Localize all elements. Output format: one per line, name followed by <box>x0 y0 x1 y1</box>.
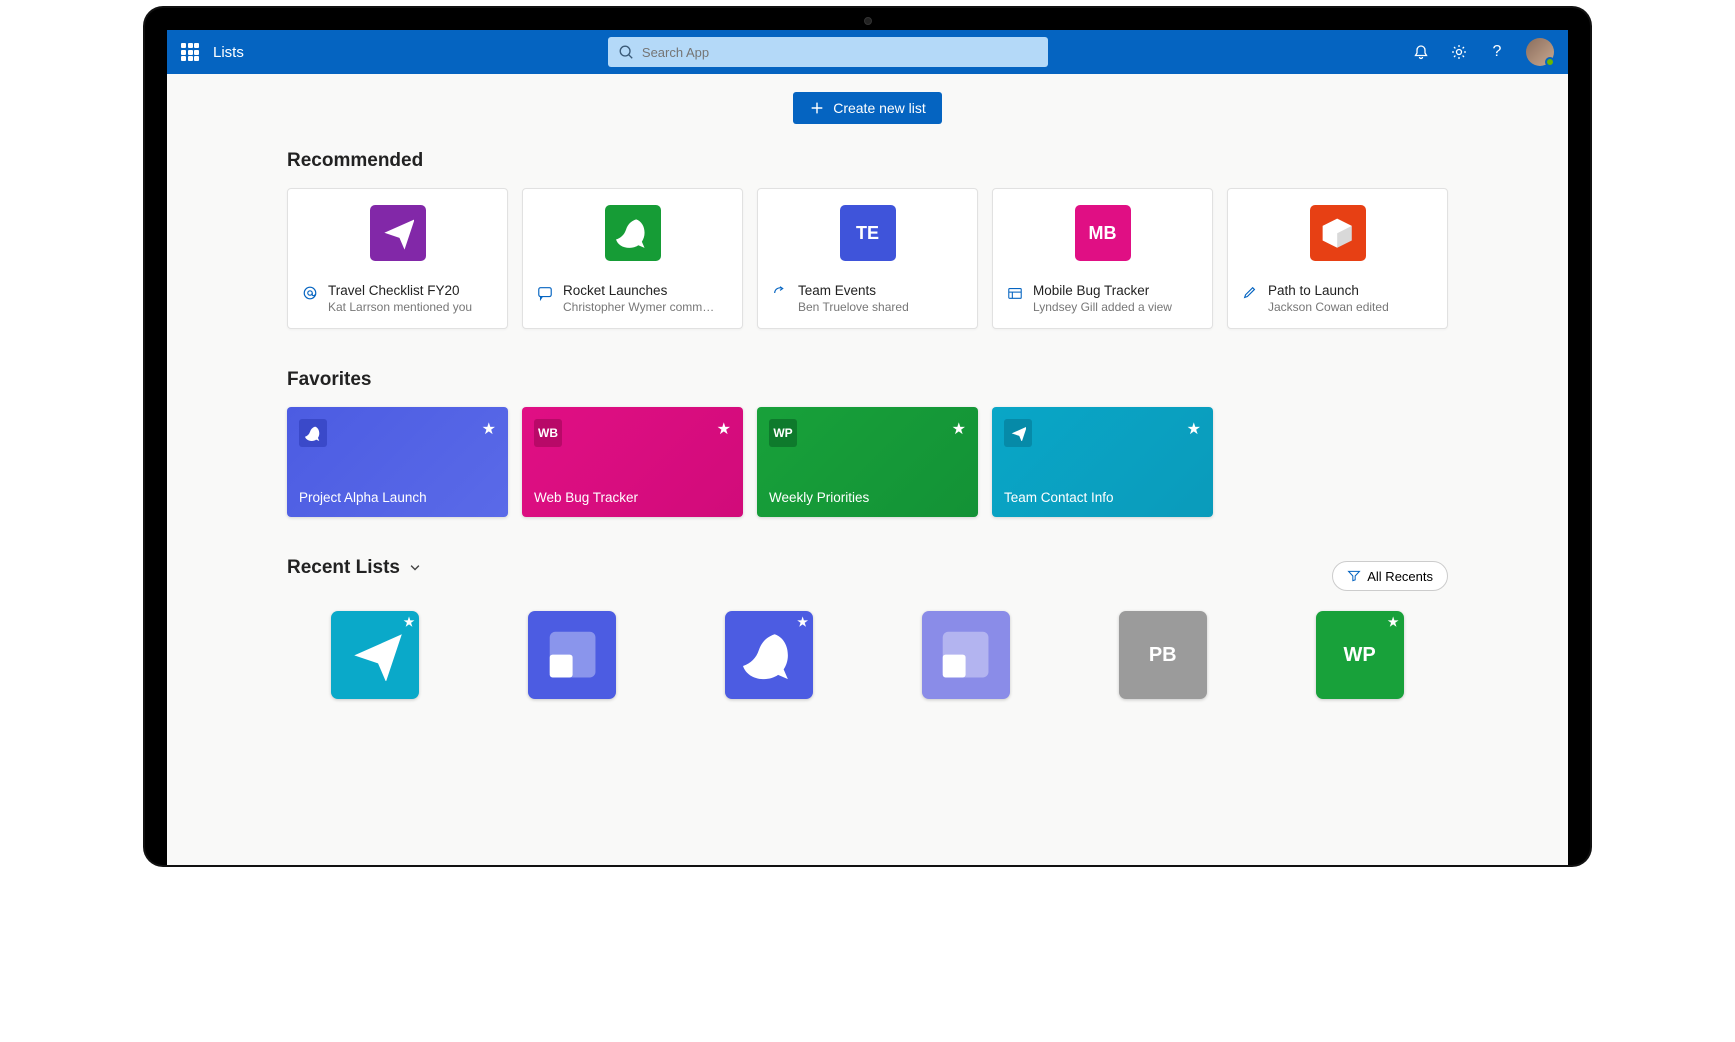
app-header: Lists ? <box>167 30 1568 74</box>
create-new-list-button[interactable]: Create new list <box>793 92 942 124</box>
notifications-icon[interactable] <box>1412 43 1430 61</box>
favorite-title: Project Alpha Launch <box>299 490 496 505</box>
recommended-subtitle: Ben Truelove shared <box>798 300 909 314</box>
recommended-card[interactable]: Rocket Launches Christopher Wymer comm… <box>522 188 743 329</box>
star-icon[interactable]: ★ <box>482 419 496 439</box>
recommended-title: Travel Checklist FY20 <box>328 283 472 298</box>
view-icon <box>1007 285 1023 301</box>
recent-tile[interactable]: PB <box>1119 611 1207 699</box>
star-icon[interactable]: ★ <box>952 419 966 439</box>
recommended-subtitle: Christopher Wymer comm… <box>563 300 714 314</box>
share-icon <box>772 285 788 301</box>
recent-lists-label: Recent Lists <box>287 557 400 579</box>
favorites-heading: Favorites <box>287 369 1448 391</box>
star-icon[interactable]: ★ <box>717 419 731 439</box>
mention-icon <box>302 285 318 301</box>
search-icon <box>618 44 634 60</box>
favorite-card[interactable]: ★ Team Contact Info <box>992 407 1213 517</box>
favorite-card[interactable]: ★ Project Alpha Launch <box>287 407 508 517</box>
search-input[interactable] <box>642 45 1038 60</box>
favorites-grid: ★Project Alpha LaunchWB★Web Bug TrackerW… <box>287 407 1448 517</box>
favorite-tile-icon: WB <box>534 419 562 447</box>
recommended-card[interactable]: Path to Launch Jackson Cowan edited <box>1227 188 1448 329</box>
edit-icon <box>1242 285 1258 301</box>
recent-tile[interactable]: ★ <box>331 611 419 699</box>
list-tile-icon <box>605 205 661 261</box>
user-avatar[interactable] <box>1526 38 1554 66</box>
list-tile-icon <box>370 205 426 261</box>
star-icon[interactable]: ★ <box>1187 419 1201 439</box>
recommended-grid: Travel Checklist FY20 Kat Larrson mention… <box>287 188 1448 329</box>
recommended-title: Path to Launch <box>1268 283 1389 298</box>
favorite-tile-icon <box>299 419 327 447</box>
recommended-title: Team Events <box>798 283 909 298</box>
recommended-subtitle: Jackson Cowan edited <box>1268 300 1389 314</box>
create-button-label: Create new list <box>833 100 926 116</box>
favorite-tile-icon: WP <box>769 419 797 447</box>
comment-icon <box>537 285 553 301</box>
recent-tile[interactable] <box>528 611 616 699</box>
app-title: Lists <box>213 44 244 61</box>
recent-tile[interactable] <box>922 611 1010 699</box>
settings-icon[interactable] <box>1450 43 1468 61</box>
filter-icon <box>1347 569 1361 583</box>
list-tile-icon: TE <box>840 205 896 261</box>
recommended-card[interactable]: MB Mobile Bug Tracker Lyndsey Gill added a… <box>992 188 1213 329</box>
favorite-card[interactable]: WP ★ Weekly Priorities <box>757 407 978 517</box>
presence-indicator <box>1545 57 1555 67</box>
favorite-tile-icon <box>1004 419 1032 447</box>
recommended-title: Rocket Launches <box>563 283 714 298</box>
favorite-title: Weekly Priorities <box>769 490 966 505</box>
recommended-heading: Recommended <box>287 150 1448 172</box>
list-tile-icon: MB <box>1075 205 1131 261</box>
favorite-title: Web Bug Tracker <box>534 490 731 505</box>
list-tile-icon <box>1310 205 1366 261</box>
recommended-title: Mobile Bug Tracker <box>1033 283 1172 298</box>
recent-lists-heading[interactable]: Recent Lists <box>287 557 422 579</box>
plus-icon <box>809 100 825 116</box>
recent-grid: ★ ★ PB WP★ <box>287 611 1448 699</box>
star-icon[interactable]: ★ <box>404 615 415 629</box>
app-launcher-icon[interactable] <box>181 43 199 61</box>
recent-filter-button[interactable]: All Recents <box>1332 561 1448 591</box>
recommended-card[interactable]: Travel Checklist FY20 Kat Larrson mention… <box>287 188 508 329</box>
favorite-title: Team Contact Info <box>1004 490 1201 505</box>
recent-tile[interactable]: ★ <box>725 611 813 699</box>
recommended-subtitle: Lyndsey Gill added a view <box>1033 300 1172 314</box>
star-icon[interactable]: ★ <box>797 615 808 629</box>
recent-tile[interactable]: WP★ <box>1316 611 1404 699</box>
recommended-subtitle: Kat Larrson mentioned you <box>328 300 472 314</box>
recommended-card[interactable]: TE Team Events Ben Truelove shared <box>757 188 978 329</box>
star-icon[interactable]: ★ <box>1388 615 1399 629</box>
filter-label: All Recents <box>1367 569 1433 584</box>
search-box[interactable] <box>608 37 1048 67</box>
help-icon[interactable]: ? <box>1488 43 1506 61</box>
chevron-down-icon <box>408 561 422 575</box>
favorite-card[interactable]: WB ★ Web Bug Tracker <box>522 407 743 517</box>
